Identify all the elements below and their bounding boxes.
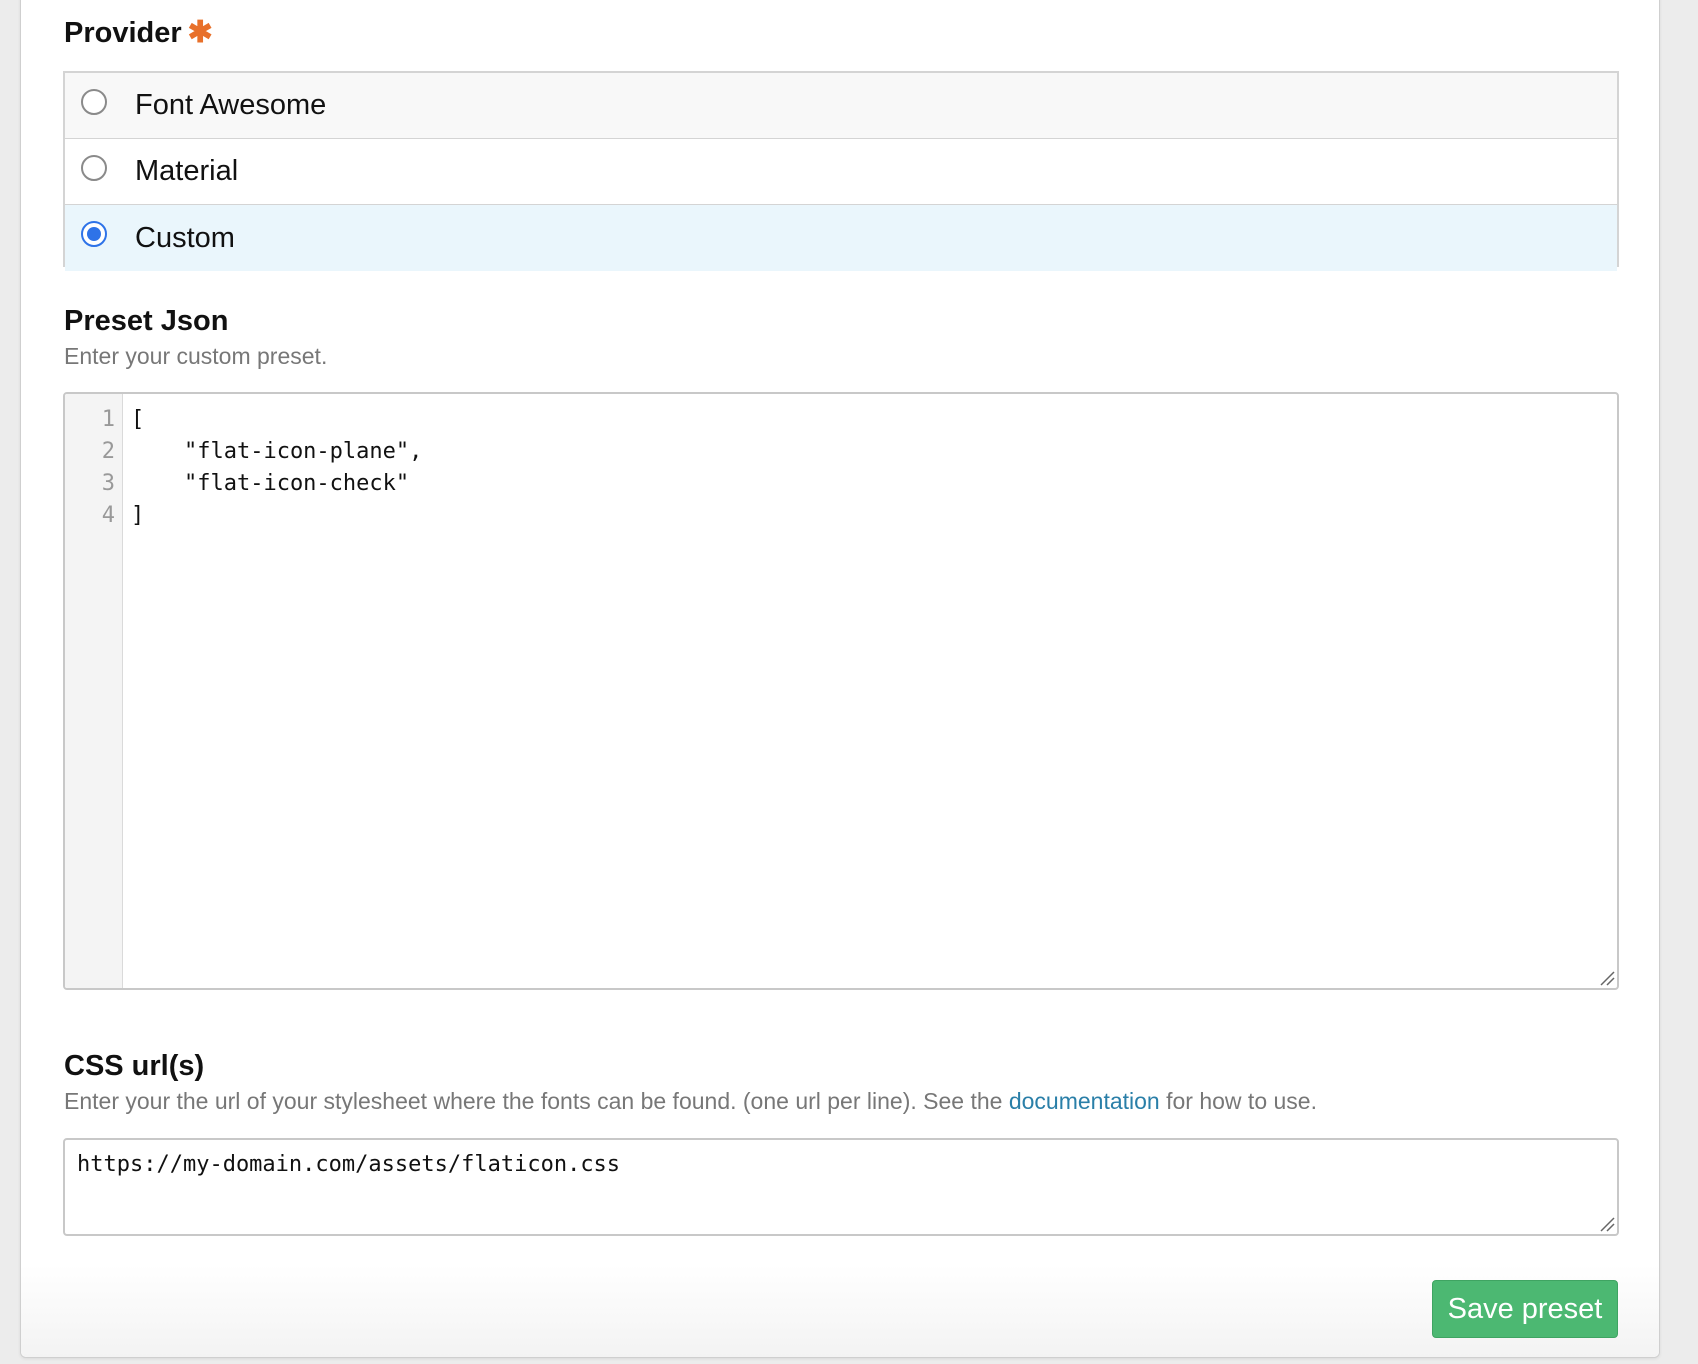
css-urls-help-suffix: for how to use.: [1159, 1088, 1317, 1114]
line-number: 1: [101, 407, 115, 432]
provider-option-font-awesome[interactable]: Font Awesome: [65, 73, 1617, 139]
code-text[interactable]: "flat-icon-plane",: [131, 436, 422, 468]
line-number: 3: [101, 471, 115, 496]
save-preset-button[interactable]: Save preset: [1432, 1280, 1618, 1338]
code-text[interactable]: [: [131, 404, 144, 436]
preset-json-label: Preset Json: [64, 305, 229, 337]
panel-footer: [21, 1265, 1659, 1357]
code-text[interactable]: "flat-icon-check": [131, 468, 409, 500]
code-line: 3 "flat-icon-check": [65, 468, 1617, 500]
css-urls-help-text: Enter your the url of your stylesheet wh…: [64, 1088, 1009, 1114]
provider-label-text: Provider: [64, 17, 182, 49]
provider-radio-group: Font Awesome Material Custom: [63, 71, 1619, 271]
provider-option-label: Material: [135, 155, 239, 187]
provider-label: Provider ✱: [64, 15, 213, 50]
code-line: 2 "flat-icon-plane",: [65, 436, 1617, 468]
documentation-link[interactable]: documentation: [1009, 1088, 1160, 1114]
code-text[interactable]: ]: [131, 500, 144, 532]
code-line: 1 [: [65, 404, 1617, 436]
radio-button-icon[interactable]: [81, 155, 107, 181]
css-urls-help: Enter your the url of your stylesheet wh…: [64, 1088, 1317, 1115]
provider-option-material[interactable]: Material: [65, 139, 1617, 205]
required-asterisk-icon: ✱: [187, 16, 213, 49]
preset-json-editor[interactable]: 1 [ 2 "flat-icon-plane", 3 "flat-icon-ch…: [63, 392, 1619, 990]
code-line: 4 ]: [65, 500, 1617, 532]
css-url-value[interactable]: https://my-domain.com/assets/flaticon.cs…: [77, 1152, 620, 1177]
preset-form-panel: Provider ✱ Font Awesome Material Custom P…: [20, 0, 1660, 1358]
line-number: 2: [101, 439, 115, 464]
preset-json-help: Enter your custom preset.: [64, 343, 328, 369]
provider-option-custom[interactable]: Custom: [65, 205, 1617, 271]
css-urls-label: CSS url(s): [64, 1050, 205, 1082]
radio-button-checked-icon[interactable]: [81, 221, 107, 247]
line-number: 4: [101, 503, 115, 528]
resize-handle-icon[interactable]: [1599, 1216, 1615, 1232]
resize-handle-icon[interactable]: [1599, 970, 1615, 986]
provider-option-label: Custom: [135, 221, 235, 254]
radio-button-icon[interactable]: [81, 89, 107, 115]
provider-option-label: Font Awesome: [135, 89, 327, 121]
css-urls-textarea[interactable]: https://my-domain.com/assets/flaticon.cs…: [63, 1138, 1619, 1236]
